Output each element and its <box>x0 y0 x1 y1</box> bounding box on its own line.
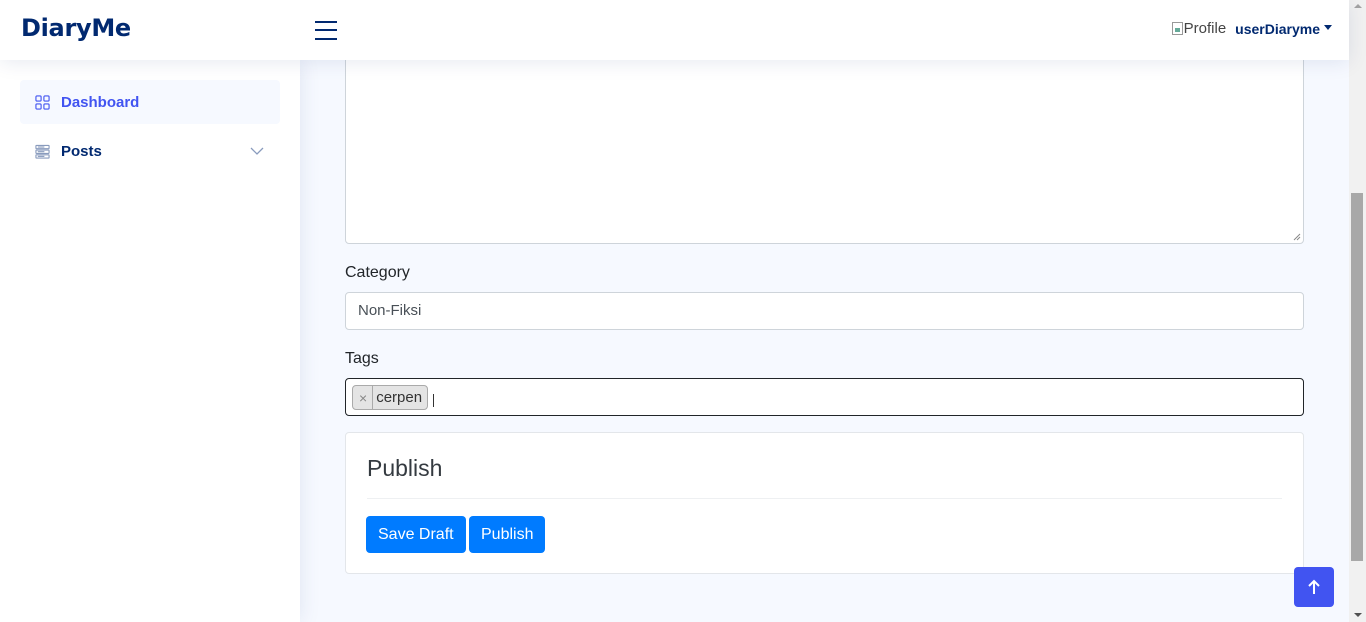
arrow-up-icon <box>1308 579 1320 594</box>
save-draft-button[interactable]: Save Draft <box>366 516 466 553</box>
chevron-down-icon <box>250 147 264 155</box>
broken-image-icon <box>1171 22 1183 35</box>
tags-label: Tags <box>345 350 379 367</box>
tag-label: cerpen <box>376 389 423 406</box>
grid-icon <box>35 94 50 110</box>
tag-remove-icon[interactable]: × <box>353 386 374 409</box>
sidebar: Dashboard Posts <box>0 60 300 622</box>
profile-avatar: Profile <box>1171 20 1227 37</box>
divider <box>367 498 1282 499</box>
app-logo[interactable]: DiaryMe <box>21 14 131 42</box>
menu-list-icon <box>35 144 50 159</box>
hamburger-menu-icon[interactable] <box>315 20 337 40</box>
category-label: Category <box>345 264 410 281</box>
vertical-scrollbar[interactable] <box>1349 0 1366 622</box>
sidebar-item-label: Dashboard <box>61 93 140 111</box>
profile-dropdown[interactable]: Profile userDiaryme <box>1171 20 1332 37</box>
back-to-top-button[interactable] <box>1294 567 1334 607</box>
avatar-alt-text: Profile <box>1183 20 1227 37</box>
sidebar-item-dashboard[interactable]: Dashboard <box>20 80 280 124</box>
tag-chip: × cerpen <box>352 385 429 410</box>
category-select[interactable]: Non-Fiksi <box>345 292 1304 330</box>
content-textarea[interactable] <box>345 40 1304 244</box>
resize-grip-icon[interactable] <box>1293 233 1301 241</box>
scroll-up-arrow-icon[interactable] <box>1354 4 1362 8</box>
publish-button[interactable]: Publish <box>469 516 546 553</box>
scroll-thumb[interactable] <box>1351 193 1363 561</box>
scroll-down-arrow-icon[interactable] <box>1354 613 1362 617</box>
profile-username[interactable]: userDiaryme <box>1235 21 1320 37</box>
sidebar-item-label: Posts <box>61 142 102 160</box>
caret-down-icon <box>1324 25 1332 30</box>
publish-card: Publish Save Draft Publish <box>345 432 1304 574</box>
sidebar-item-posts[interactable]: Posts <box>20 129 280 173</box>
text-cursor <box>433 394 434 407</box>
card-title: Publish <box>367 455 443 481</box>
tags-input[interactable]: × cerpen <box>345 378 1304 416</box>
top-header: DiaryMe Profile userDiaryme <box>0 0 1349 60</box>
